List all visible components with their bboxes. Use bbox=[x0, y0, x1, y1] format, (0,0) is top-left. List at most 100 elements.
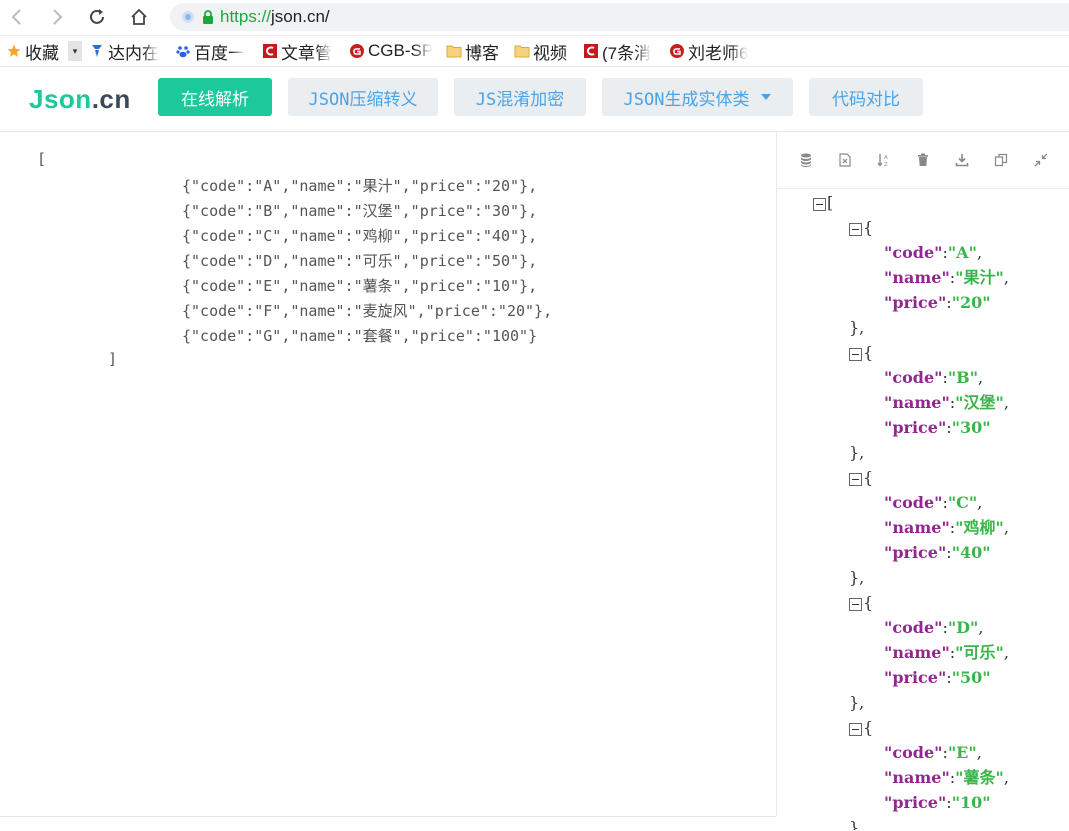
address-bar[interactable]: https://json.cn/ bbox=[170, 3, 1069, 31]
nav-code-compare-button[interactable]: 代码对比 bbox=[809, 78, 923, 116]
nav-js-obfuscate-button[interactable]: JS混淆加密 bbox=[454, 78, 586, 116]
collapse-toggle-icon[interactable] bbox=[849, 473, 862, 486]
browser-toolbar: https://json.cn/ bbox=[0, 0, 1069, 36]
svg-text:Z: Z bbox=[884, 162, 888, 167]
tree-entry: "name":"鸡柳", bbox=[884, 517, 1009, 539]
baidu-paw-icon bbox=[175, 43, 191, 59]
nav-label: 代码对比 bbox=[832, 89, 900, 110]
nav-label: JSON压缩转义 bbox=[308, 89, 418, 110]
tree-value: "鸡柳" bbox=[955, 518, 1004, 537]
json-tree-view: [ { "code":"A", "name":"果汁", "price":"20… bbox=[777, 189, 1069, 830]
bookmark-item[interactable]: 百度一 bbox=[175, 40, 247, 62]
tree-brace: { bbox=[863, 593, 874, 612]
gitee-icon bbox=[669, 43, 685, 59]
tree-brace: { bbox=[863, 218, 874, 237]
bookmark-favorites[interactable]: 收藏 bbox=[6, 40, 66, 62]
folder-icon bbox=[514, 43, 530, 59]
export-file-icon[interactable] bbox=[837, 152, 853, 168]
tree-entry: "code":"B", bbox=[884, 367, 983, 389]
tree-key: "name" bbox=[884, 768, 950, 787]
bookmark-folder[interactable]: 视频 bbox=[514, 40, 574, 62]
bookmark-label: 百度一 bbox=[194, 43, 245, 63]
tree-key: "code" bbox=[884, 368, 943, 387]
tree-comma: , bbox=[1003, 268, 1009, 287]
home-button[interactable] bbox=[126, 4, 152, 30]
tree-comma: , bbox=[976, 743, 982, 762]
bookmark-item[interactable]: 文章管 bbox=[262, 40, 337, 62]
url-scheme: https:// bbox=[220, 7, 272, 26]
editor-line: [ bbox=[37, 150, 47, 168]
tree-value: "A" bbox=[947, 243, 977, 262]
bookmark-item[interactable]: CGB-SP bbox=[349, 40, 433, 62]
tree-comma: , bbox=[977, 493, 983, 512]
tree-entry: "code":"E", bbox=[884, 742, 982, 764]
nav-json-entity-dropdown[interactable]: JSON生成实体类 bbox=[602, 78, 793, 116]
editor-line: ] bbox=[108, 350, 118, 368]
editor-line: {"code":"C","name":"鸡柳","price":"40"}, bbox=[182, 227, 538, 245]
reload-button[interactable] bbox=[84, 4, 110, 30]
tree-toolbar: AZ bbox=[777, 132, 1069, 189]
download-icon[interactable] bbox=[954, 152, 970, 168]
tree-brace: }, bbox=[849, 818, 865, 830]
tree-key: "code" bbox=[884, 743, 943, 762]
bookmark-item[interactable]: 刘老师6 bbox=[669, 40, 755, 62]
csdn-icon bbox=[583, 43, 599, 59]
url-host: json.cn/ bbox=[271, 7, 330, 26]
bookmark-label: 视频 bbox=[533, 43, 567, 63]
tree-value: "C" bbox=[947, 493, 978, 512]
collapse-toggle-icon[interactable] bbox=[813, 198, 826, 211]
tree-value: "10" bbox=[951, 793, 991, 812]
tree-value: "汉堡" bbox=[955, 393, 1004, 412]
bookmark-item[interactable]: 达内在 bbox=[89, 40, 161, 62]
nav-label: JSON生成实体类 bbox=[623, 89, 750, 110]
bookmark-label: CGB-SP bbox=[368, 41, 433, 60]
forward-arrow-icon bbox=[53, 9, 63, 25]
tree-entry: "price":"10" bbox=[884, 792, 991, 814]
bookmark-item[interactable]: (7条消 bbox=[583, 40, 659, 62]
trash-icon[interactable] bbox=[915, 152, 931, 168]
copy-icon[interactable] bbox=[993, 152, 1009, 168]
tree-comma: , bbox=[1003, 393, 1009, 412]
reload-icon bbox=[90, 9, 104, 24]
back-button[interactable] bbox=[4, 4, 30, 30]
csdn-icon bbox=[262, 43, 278, 59]
tree-key: "name" bbox=[884, 268, 950, 287]
forward-button[interactable] bbox=[44, 4, 70, 30]
tree-key: "price" bbox=[884, 543, 947, 562]
tree-entry: "name":"果汁", bbox=[884, 267, 1009, 289]
tree-key: "name" bbox=[884, 393, 950, 412]
database-icon[interactable] bbox=[798, 152, 814, 168]
editor-footer bbox=[0, 816, 776, 831]
bookmark-label: 文章管 bbox=[281, 43, 332, 63]
site-logo[interactable]: Json.cn bbox=[29, 84, 131, 115]
collapse-toggle-icon[interactable] bbox=[849, 223, 862, 236]
chevron-down-icon[interactable]: ▾ bbox=[68, 41, 82, 61]
bookmark-folder[interactable]: 博客 bbox=[446, 40, 506, 62]
tree-value: "E" bbox=[947, 743, 977, 762]
collapse-toggle-icon[interactable] bbox=[849, 723, 862, 736]
nav-online-parse-button[interactable]: 在线解析 bbox=[158, 78, 272, 116]
caret-down-icon bbox=[761, 94, 772, 100]
collapse-toggle-icon[interactable] bbox=[849, 348, 862, 361]
collapse-icon[interactable] bbox=[1033, 152, 1049, 168]
tree-value: "50" bbox=[951, 668, 991, 687]
editor-line: {"code":"B","name":"汉堡","price":"30"}, bbox=[182, 202, 538, 220]
url-text: https://json.cn/ bbox=[220, 7, 330, 27]
editor-line: {"code":"A","name":"果汁","price":"20"}, bbox=[182, 177, 538, 195]
tarena-icon bbox=[89, 43, 105, 59]
nav-label: 在线解析 bbox=[181, 89, 249, 110]
tree-brace: }, bbox=[849, 693, 865, 712]
nav-json-compress-button[interactable]: JSON压缩转义 bbox=[288, 78, 438, 116]
tree-comma: , bbox=[1003, 768, 1009, 787]
collapse-toggle-icon[interactable] bbox=[849, 598, 862, 611]
tree-entry: "price":"20" bbox=[884, 292, 991, 314]
bookmark-label: 收藏 bbox=[25, 43, 59, 63]
shield-icon bbox=[180, 9, 196, 25]
gitee-icon bbox=[349, 43, 365, 59]
tree-key: "price" bbox=[884, 418, 947, 437]
tree-entry: "code":"C", bbox=[884, 492, 982, 514]
sort-icon[interactable]: AZ bbox=[876, 152, 892, 168]
tree-value: "薯条" bbox=[955, 768, 1004, 787]
tree-entry: "price":"50" bbox=[884, 667, 991, 689]
json-input-editor[interactable]: [ {"code":"A","name":"果汁","price":"20"},… bbox=[0, 132, 777, 816]
